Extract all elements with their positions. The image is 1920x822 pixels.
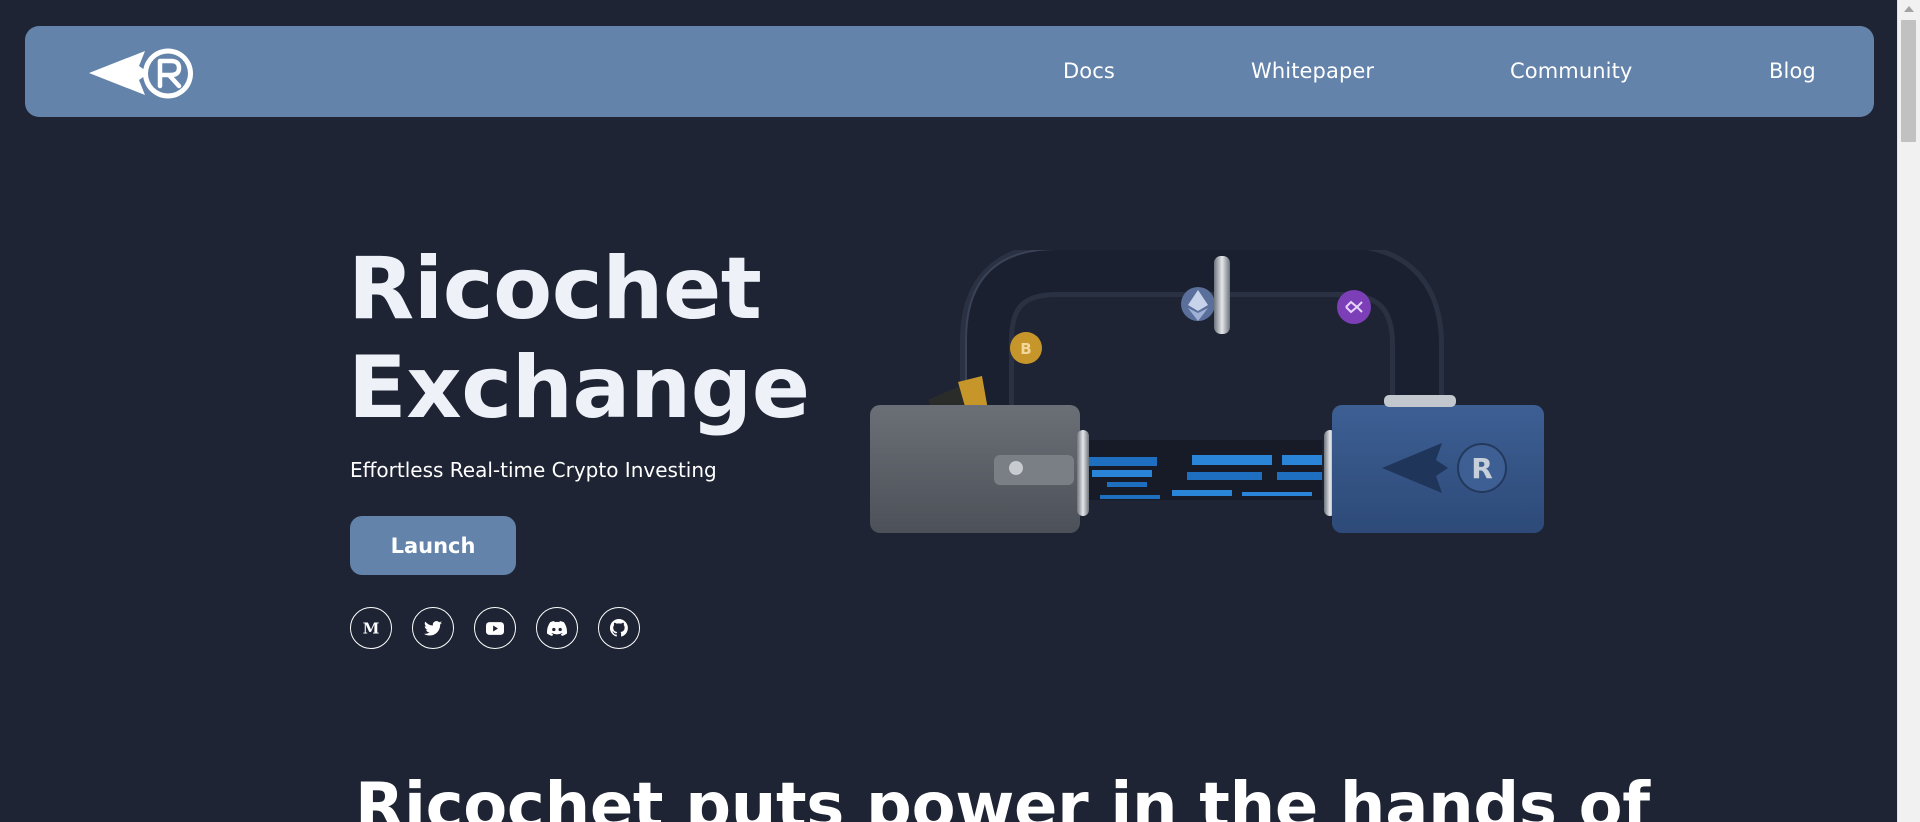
ricochet-logo[interactable] [87, 46, 195, 101]
launch-button[interactable]: Launch [350, 516, 516, 575]
hero-subtitle: Effortless Real-time Crypto Investing [350, 458, 717, 482]
nav-link-docs[interactable]: Docs [1063, 59, 1115, 83]
nav-link-whitepaper[interactable]: Whitepaper [1251, 59, 1374, 83]
medium-icon[interactable]: M [350, 607, 392, 649]
page-scrollbar[interactable] [1897, 0, 1920, 822]
hero-title: Ricochet Exchange [348, 240, 810, 438]
github-icon[interactable] [598, 607, 640, 649]
twitter-icon[interactable] [412, 607, 454, 649]
scroll-up-arrow-icon[interactable] [1904, 6, 1914, 12]
page: Docs Whitepaper Community Blog Ricochet … [0, 0, 1920, 822]
svg-text:B: B [1020, 340, 1031, 358]
svg-text:R: R [1471, 452, 1493, 485]
nav-link-community[interactable]: Community [1510, 59, 1632, 83]
top-navbar: Docs Whitepaper Community Blog [25, 26, 1874, 117]
youtube-icon[interactable] [474, 607, 516, 649]
discord-icon[interactable] [536, 607, 578, 649]
scroll-thumb[interactable] [1901, 20, 1916, 142]
svg-text:M: M [363, 621, 380, 635]
section-heading: Ricochet puts power in the hands of [355, 770, 1650, 822]
nav-link-blog[interactable]: Blog [1769, 59, 1816, 83]
hero-illustration: B R [862, 243, 1552, 540]
polygon-coin [1337, 290, 1371, 324]
hero-title-line2: Exchange [348, 338, 810, 438]
hero-title-line1: Ricochet [348, 239, 762, 339]
